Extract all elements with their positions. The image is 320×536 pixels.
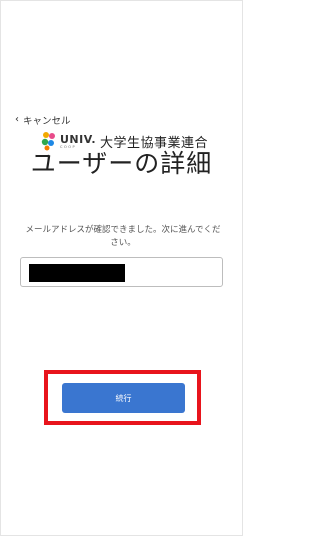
cancel-label: キャンセル <box>23 116 71 127</box>
logo-univ-text: UNIV. <box>60 132 97 146</box>
cancel-link[interactable]: ‹ キャンセル <box>15 113 71 128</box>
page-title: ユーザーの詳細 <box>30 149 213 178</box>
verification-message: メールアドレスが確認できました。次に進んでください。 <box>25 225 221 248</box>
redacted-value <box>29 264 125 282</box>
email-field[interactable] <box>20 257 223 287</box>
continue-button[interactable]: 続行 <box>62 383 185 413</box>
chevron-left-icon: ‹ <box>15 114 19 125</box>
page-frame: ‹ キャンセル UNIV. COOP 大学生協事業連合 ユーザーの詳細 メールア… <box>0 0 243 536</box>
